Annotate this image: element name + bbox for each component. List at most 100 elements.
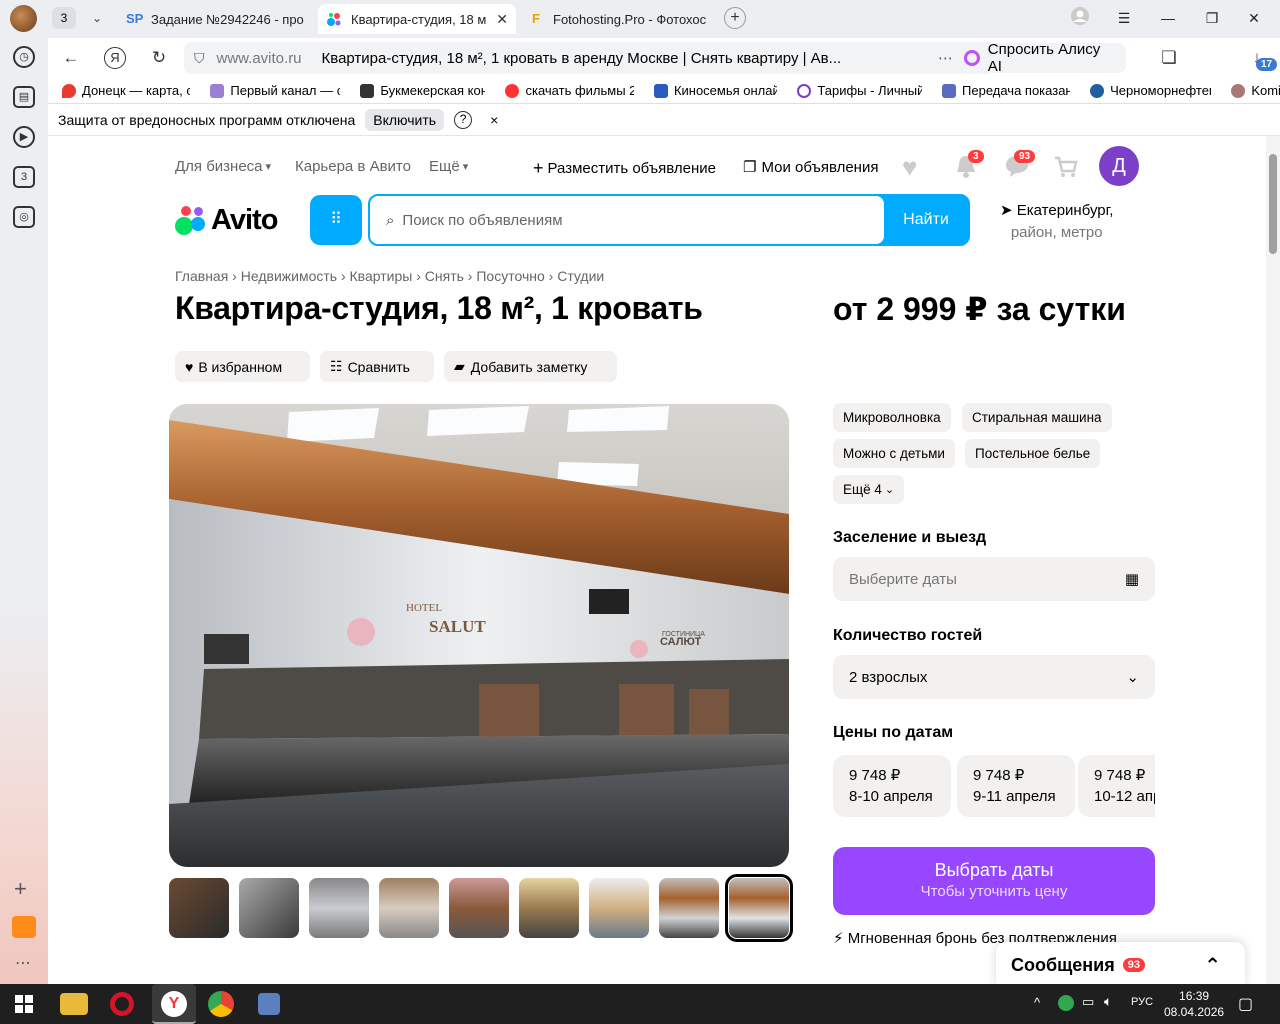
breadcrumb-item[interactable]: Студии <box>557 268 604 284</box>
post-ad-link[interactable]: + Разместить объявление <box>533 158 716 179</box>
location-selector[interactable]: ➤ Екатеринбург, район, метро <box>1000 200 1113 244</box>
opera-icon[interactable] <box>110 992 134 1016</box>
mail-icon[interactable] <box>12 916 36 938</box>
tab-avito[interactable]: Квартира-студия, 18 м ✕ <box>318 4 516 34</box>
more-amenities-button[interactable]: Ещё 4 ⌄ <box>833 475 905 504</box>
scrollbar-thumb[interactable] <box>1269 154 1277 254</box>
breadcrumb-item[interactable]: Главная <box>175 268 228 284</box>
chevron-up-icon[interactable]: ^ <box>1034 995 1040 1010</box>
menu-icon[interactable]: ☰ <box>1112 6 1136 30</box>
close-infobar-icon[interactable]: × <box>490 112 498 128</box>
chevron-down-icon[interactable]: ⌄ <box>86 7 108 29</box>
photo-thumbnail[interactable] <box>449 878 509 938</box>
collections-icon[interactable]: ❏ <box>1156 46 1182 70</box>
bookmark-item[interactable]: Komi <box>1231 83 1280 98</box>
profile-icon[interactable] <box>1068 6 1092 30</box>
windows-start-icon[interactable] <box>10 990 38 1018</box>
bookmark-item[interactable]: Первый канал — с <box>210 83 340 98</box>
bookmark-item[interactable]: Донецк — карта, с <box>62 83 190 98</box>
new-tab-button[interactable]: + <box>724 7 746 29</box>
my-ads-link[interactable]: ❐ Мои объявления <box>743 158 878 177</box>
bookmark-item[interactable]: скачать фильмы 2 <box>505 83 634 98</box>
yandex-icon[interactable]: Я <box>104 47 126 69</box>
price-date-card[interactable]: 9 748 ₽ 8-10 апреля <box>833 755 951 817</box>
bookmark-item[interactable]: Тарифы - Личный <box>797 83 922 98</box>
add-icon[interactable]: + <box>14 876 27 902</box>
photo-thumbnail[interactable] <box>519 878 579 938</box>
close-window-icon[interactable]: ✕ <box>1242 6 1266 30</box>
messages-panel[interactable]: Сообщения 93 ⌃ <box>996 942 1245 984</box>
compare-button[interactable]: ☷ Сравнить <box>320 351 434 382</box>
tray-app-icon[interactable] <box>1058 995 1074 1011</box>
user-avatar[interactable]: Д <box>1099 146 1139 186</box>
photo-thumbnail[interactable] <box>169 878 229 938</box>
dates-field[interactable]: Выберите даты ▦ <box>833 557 1155 601</box>
chrome-icon[interactable] <box>208 991 234 1017</box>
clock[interactable]: 16:39 08.04.2026 <box>1164 988 1224 1020</box>
bookmark-item[interactable]: Передача показан <box>942 83 1070 98</box>
tab-fotohosting[interactable]: F Fotohosting.Pro - Фотохос <box>520 4 716 34</box>
more-icon[interactable]: ⋯ <box>15 953 31 973</box>
restore-icon[interactable]: ❐ <box>1200 6 1224 30</box>
volume-icon[interactable]: 🔈︎ <box>1104 993 1112 1010</box>
reload-icon[interactable]: ↻ <box>146 46 172 70</box>
file-explorer-icon[interactable] <box>60 993 88 1015</box>
alice-button[interactable]: Спросить Алису AI <box>954 41 1126 75</box>
career-link[interactable]: Карьера в Авито <box>295 158 411 175</box>
cart-icon[interactable] <box>1054 156 1078 183</box>
yandex-browser-taskbar-icon[interactable]: Y <box>152 984 196 1024</box>
avito-logo[interactable]: Avito <box>175 204 278 237</box>
guests-select[interactable]: 2 взрослых ⌄ <box>833 655 1155 699</box>
browser-sidebar: ◷ ▤ ▶ 3 ◎ + ⋯ <box>0 38 48 984</box>
language-indicator[interactable]: РУС <box>1131 996 1153 1008</box>
site-info-icon[interactable]: ⛉ <box>194 50 205 67</box>
add-note-button[interactable]: ▰ Добавить заметку <box>444 351 617 382</box>
tab-count-button[interactable]: 3 <box>52 7 76 29</box>
enable-protection-button[interactable]: Включить <box>365 108 445 131</box>
play-icon[interactable]: ▶ <box>13 126 35 148</box>
favorite-button[interactable]: ♥ В избранном <box>175 351 310 382</box>
breadcrumb-item[interactable]: Недвижимость <box>241 268 337 284</box>
listing-main-photo[interactable]: HOTEL SALUT ГОСТИНИЦА САЛЮТ <box>169 404 789 867</box>
photo-thumbnail[interactable] <box>309 878 369 938</box>
notifications-icon[interactable]: ▢ <box>1238 994 1253 1014</box>
sidebar-badge[interactable]: 3 <box>13 166 35 188</box>
photo-thumbnail[interactable] <box>239 878 299 938</box>
more-icon[interactable]: ⋯ <box>938 49 953 67</box>
more-link[interactable]: Ещё ▾ <box>429 158 468 175</box>
bookmark-item[interactable]: Черноморнефтег <box>1090 83 1211 98</box>
choose-dates-button[interactable]: Выбрать даты Чтобы уточнить цену <box>833 847 1155 915</box>
tab-task[interactable]: SP Задание №2942246 - про <box>118 4 314 34</box>
minimize-icon[interactable]: — <box>1156 6 1180 30</box>
help-icon[interactable]: ? <box>454 110 473 129</box>
heart-icon[interactable]: ♥ <box>902 152 917 183</box>
page-title: Квартира-студия, 18 м², 1 кровать <box>175 290 703 326</box>
back-icon[interactable]: ← <box>58 46 84 70</box>
bookmark-item[interactable]: Киносемья онлай <box>653 83 777 98</box>
location-arrow-icon: ➤ <box>1000 202 1013 219</box>
business-link[interactable]: Для бизнеса ▾ <box>175 158 271 175</box>
address-bar[interactable]: ⛉ www.avito.ru Квартира-студия, 18 м², 1… <box>184 42 994 74</box>
price-date-card[interactable]: 9 748 ₽ 10-12 апр <box>1078 755 1155 817</box>
photo-thumbnail-selected[interactable] <box>725 874 793 942</box>
photo-thumbnail[interactable] <box>589 878 649 938</box>
search-button[interactable]: Найти <box>884 196 968 244</box>
photo-thumbnail[interactable] <box>379 878 439 938</box>
history-icon[interactable]: ◷ <box>13 46 35 68</box>
categories-button[interactable]: ⠿ <box>310 195 362 245</box>
screenshot-icon[interactable]: ◎ <box>13 206 35 228</box>
photo-thumbnail[interactable] <box>659 878 719 938</box>
price-date-card[interactable]: 9 748 ₽ 9-11 апреля <box>957 755 1075 817</box>
page-scrollbar[interactable] <box>1266 136 1280 984</box>
chevron-up-icon[interactable]: ⌃ <box>1204 953 1221 978</box>
bookmark-item[interactable]: Букмекерская кон <box>360 83 485 98</box>
search-input[interactable]: ⌕ Поиск по объявлениям <box>370 196 884 244</box>
breadcrumb-item[interactable]: Снять <box>425 268 464 284</box>
breadcrumb-item[interactable]: Квартиры <box>350 268 413 284</box>
close-icon[interactable]: ✕ <box>490 11 508 28</box>
app-icon[interactable] <box>258 993 280 1015</box>
collections-icon[interactable]: ▤ <box>13 86 35 108</box>
breadcrumb-item[interactable]: Посуточно <box>476 268 544 284</box>
network-icon[interactable]: ▭ <box>1082 994 1094 1010</box>
browser-profile-avatar[interactable] <box>10 5 37 32</box>
